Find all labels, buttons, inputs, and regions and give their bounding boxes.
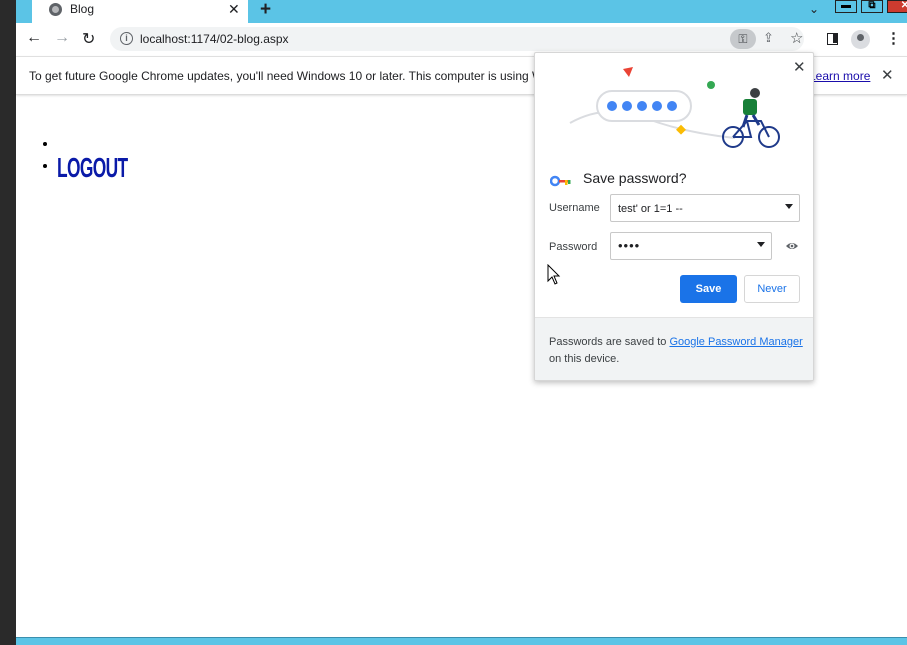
minimize-button[interactable]: ▬ — [835, 0, 857, 13]
tab-title: Blog — [70, 2, 95, 16]
profile-icon[interactable] — [851, 30, 870, 49]
footer-prefix: Passwords are saved to — [549, 336, 670, 348]
url-text[interactable]: localhost:1174/02-blog.aspx — [140, 32, 289, 46]
maximize-button[interactable]: ⧉ — [861, 0, 883, 13]
password-label: Password — [549, 241, 598, 253]
globe-icon — [49, 3, 62, 16]
dialog-title: Save password? — [583, 170, 687, 186]
tab-close-icon[interactable]: ✕ — [228, 1, 240, 18]
bullet — [43, 164, 47, 168]
reload-icon[interactable]: ↻ — [82, 29, 95, 49]
username-label: Username — [549, 202, 600, 214]
new-tab-button[interactable]: + — [260, 0, 271, 21]
close-icon[interactable]: ✕ — [793, 58, 806, 76]
save-button[interactable]: Save — [680, 275, 737, 303]
dialog-footer: Passwords are saved to Google Password M… — [535, 317, 813, 380]
caret-down-icon — [785, 204, 793, 209]
side-panel-icon[interactable] — [827, 33, 838, 45]
password-illustration — [569, 67, 780, 148]
infobar-close-icon[interactable]: ✕ — [881, 66, 894, 84]
browser-window: Blog ✕ + ⌄ ▬ ⧉ ✕ ← → ↻ i localhost:1174/… — [0, 0, 907, 645]
tab-search-icon[interactable]: ⌄ — [809, 2, 819, 16]
learn-more-link[interactable]: Learn more — [809, 69, 870, 83]
address-bar[interactable]: i localhost:1174/02-blog.aspx ⚿ ⇪ ☆ — [110, 27, 804, 51]
taskbar — [16, 637, 907, 645]
mouse-cursor-icon — [547, 264, 561, 285]
password-value: •••• — [618, 238, 641, 253]
back-arrow-icon[interactable]: ← — [26, 29, 42, 47]
share-icon[interactable]: ⇪ — [763, 30, 774, 46]
password-dropdown[interactable]: •••• — [610, 232, 772, 260]
footer-suffix: on this device. — [549, 353, 620, 365]
tab-blog[interactable]: Blog ✕ — [32, 0, 248, 23]
password-manager-link[interactable]: Google Password Manager — [669, 336, 802, 348]
save-password-dialog: ✕ Save password? Username test' or 1=1 -… — [534, 52, 814, 381]
footer-text: Passwords are saved to Google Password M… — [549, 334, 804, 368]
key-icon — [550, 175, 571, 187]
username-dropdown[interactable]: test' or 1=1 -- — [610, 194, 800, 222]
password-key-icon[interactable]: ⚿ — [730, 29, 756, 49]
tab-strip: Blog ✕ + ⌄ ▬ ⧉ ✕ — [16, 0, 907, 23]
bookmark-star-icon[interactable]: ☆ — [790, 29, 803, 47]
never-button[interactable]: Never — [744, 275, 800, 303]
eye-icon[interactable] — [785, 239, 799, 253]
bullet — [43, 142, 47, 146]
desktop-edge — [0, 0, 16, 645]
logout-link[interactable]: LOGOUT — [57, 152, 128, 184]
forward-arrow-icon[interactable]: → — [54, 29, 70, 47]
site-info-icon[interactable]: i — [120, 32, 133, 45]
close-window-button[interactable]: ✕ — [887, 0, 907, 13]
infobar-message: To get future Google Chrome updates, you… — [29, 69, 534, 83]
caret-down-icon — [757, 242, 765, 247]
username-value: test' or 1=1 -- — [618, 203, 683, 215]
menu-icon[interactable]: ⋮ — [886, 29, 901, 47]
